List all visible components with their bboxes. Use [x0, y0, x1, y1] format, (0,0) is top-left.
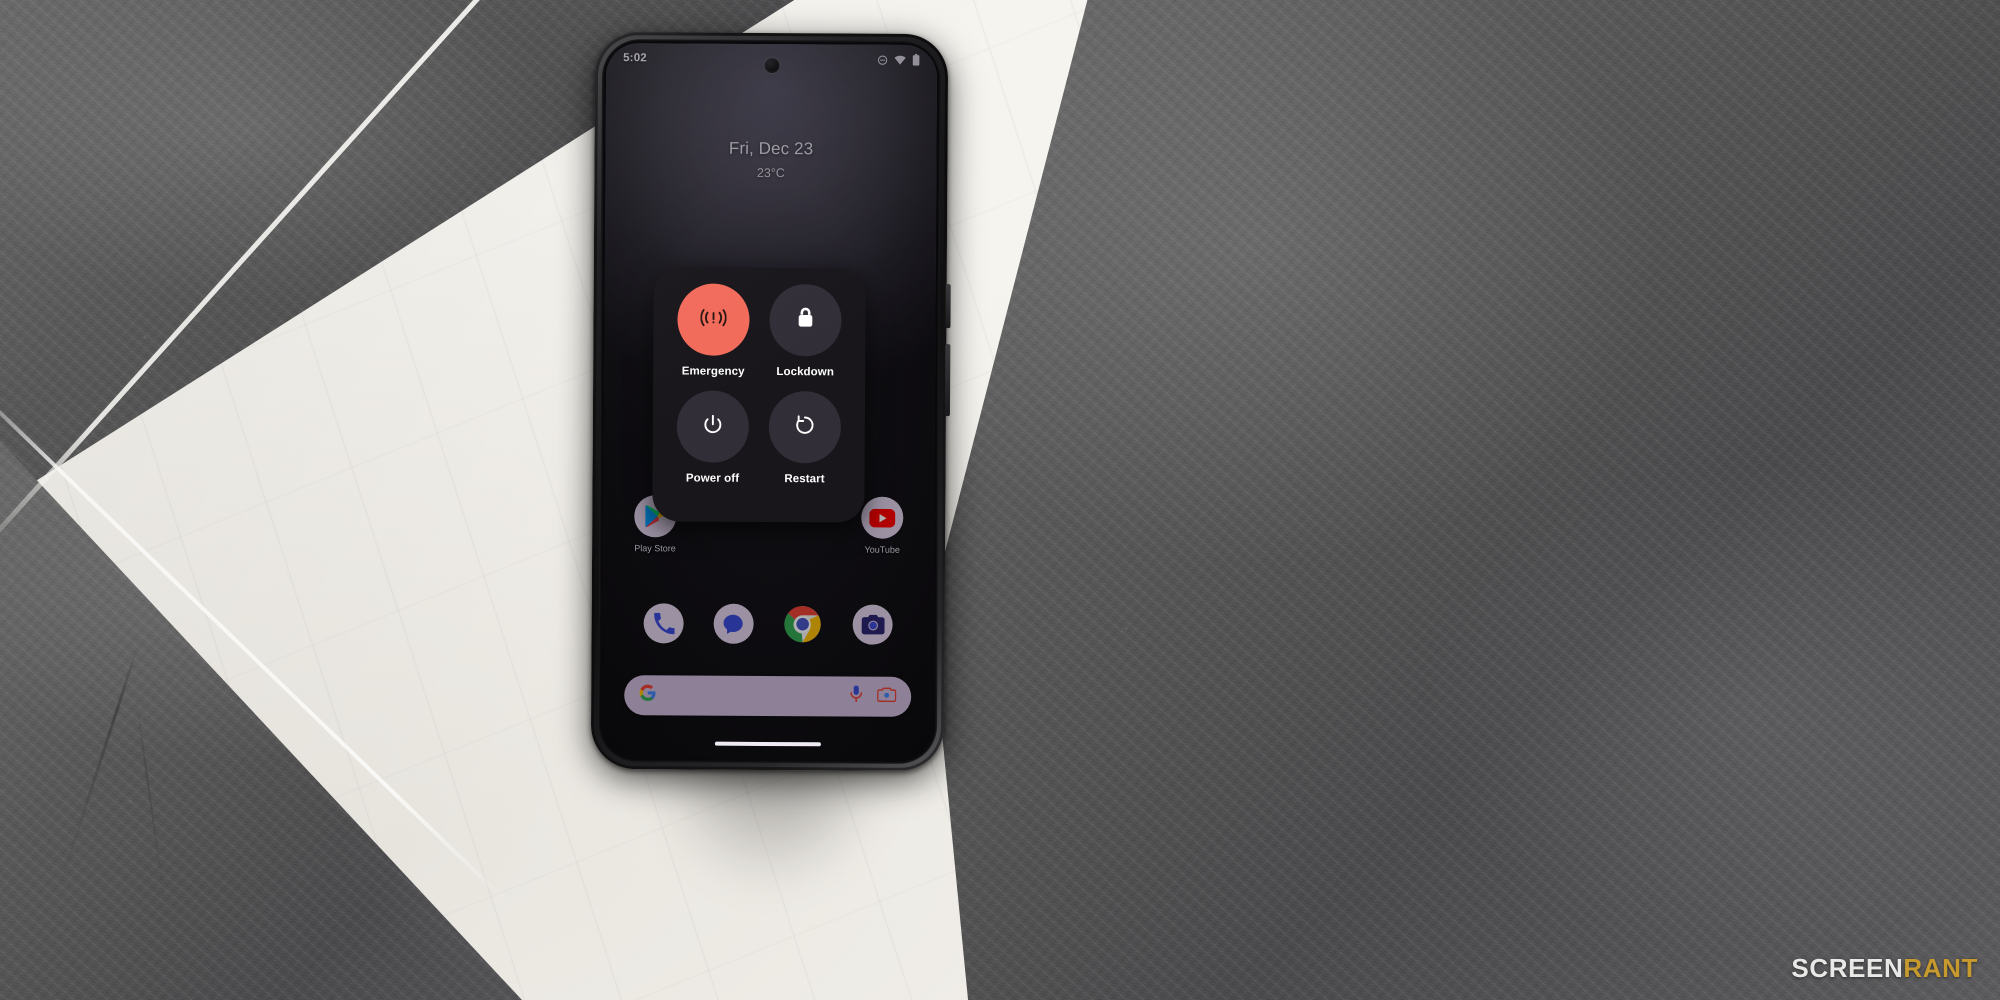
lockdown-button[interactable] [769, 283, 842, 357]
power-menu-option-emergency[interactable]: Emergency [667, 283, 760, 378]
volume-button[interactable] [944, 344, 951, 417]
emergency-button[interactable] [677, 283, 750, 356]
power-menu-label-power-off: Power off [685, 472, 740, 485]
power-menu-label-emergency: Emergency [681, 365, 745, 378]
restart-icon [794, 414, 816, 441]
watermark-rant: RANT [1903, 953, 1978, 983]
restart-button[interactable] [768, 390, 842, 464]
stone-tile-right [930, 0, 2000, 1000]
power-off-button[interactable] [676, 390, 750, 463]
phone-screen: 5:02 Fri, Dec 23 23°C Play Store YouTube… [601, 42, 938, 761]
screenrant-watermark: SCREENRANT [1791, 953, 1978, 984]
power-menu-label-lockdown: Lockdown [776, 366, 835, 379]
watermark-screen: SCREEN [1791, 953, 1904, 983]
power-menu-option-restart[interactable]: Restart [758, 390, 851, 486]
power-button[interactable] [945, 284, 951, 329]
power-menu-label-restart: Restart [784, 473, 825, 486]
lock-icon [795, 306, 815, 335]
power-menu-option-power-off[interactable]: Power off [666, 390, 759, 485]
power-icon [702, 413, 724, 440]
emergency-icon [700, 307, 727, 332]
photo-stage: 5:02 Fri, Dec 23 23°C Play Store YouTube… [0, 0, 2000, 1000]
floor-background [0, 0, 2000, 1000]
smartphone: 5:02 Fri, Dec 23 23°C Play Store YouTube… [590, 31, 951, 772]
home-indicator[interactable] [714, 741, 821, 747]
power-menu-grid: Emergency Lockdown Power off Restart [666, 283, 851, 485]
power-menu-option-lockdown[interactable]: Lockdown [759, 283, 852, 379]
power-menu-dialog: Emergency Lockdown Power off Restart [652, 267, 866, 523]
